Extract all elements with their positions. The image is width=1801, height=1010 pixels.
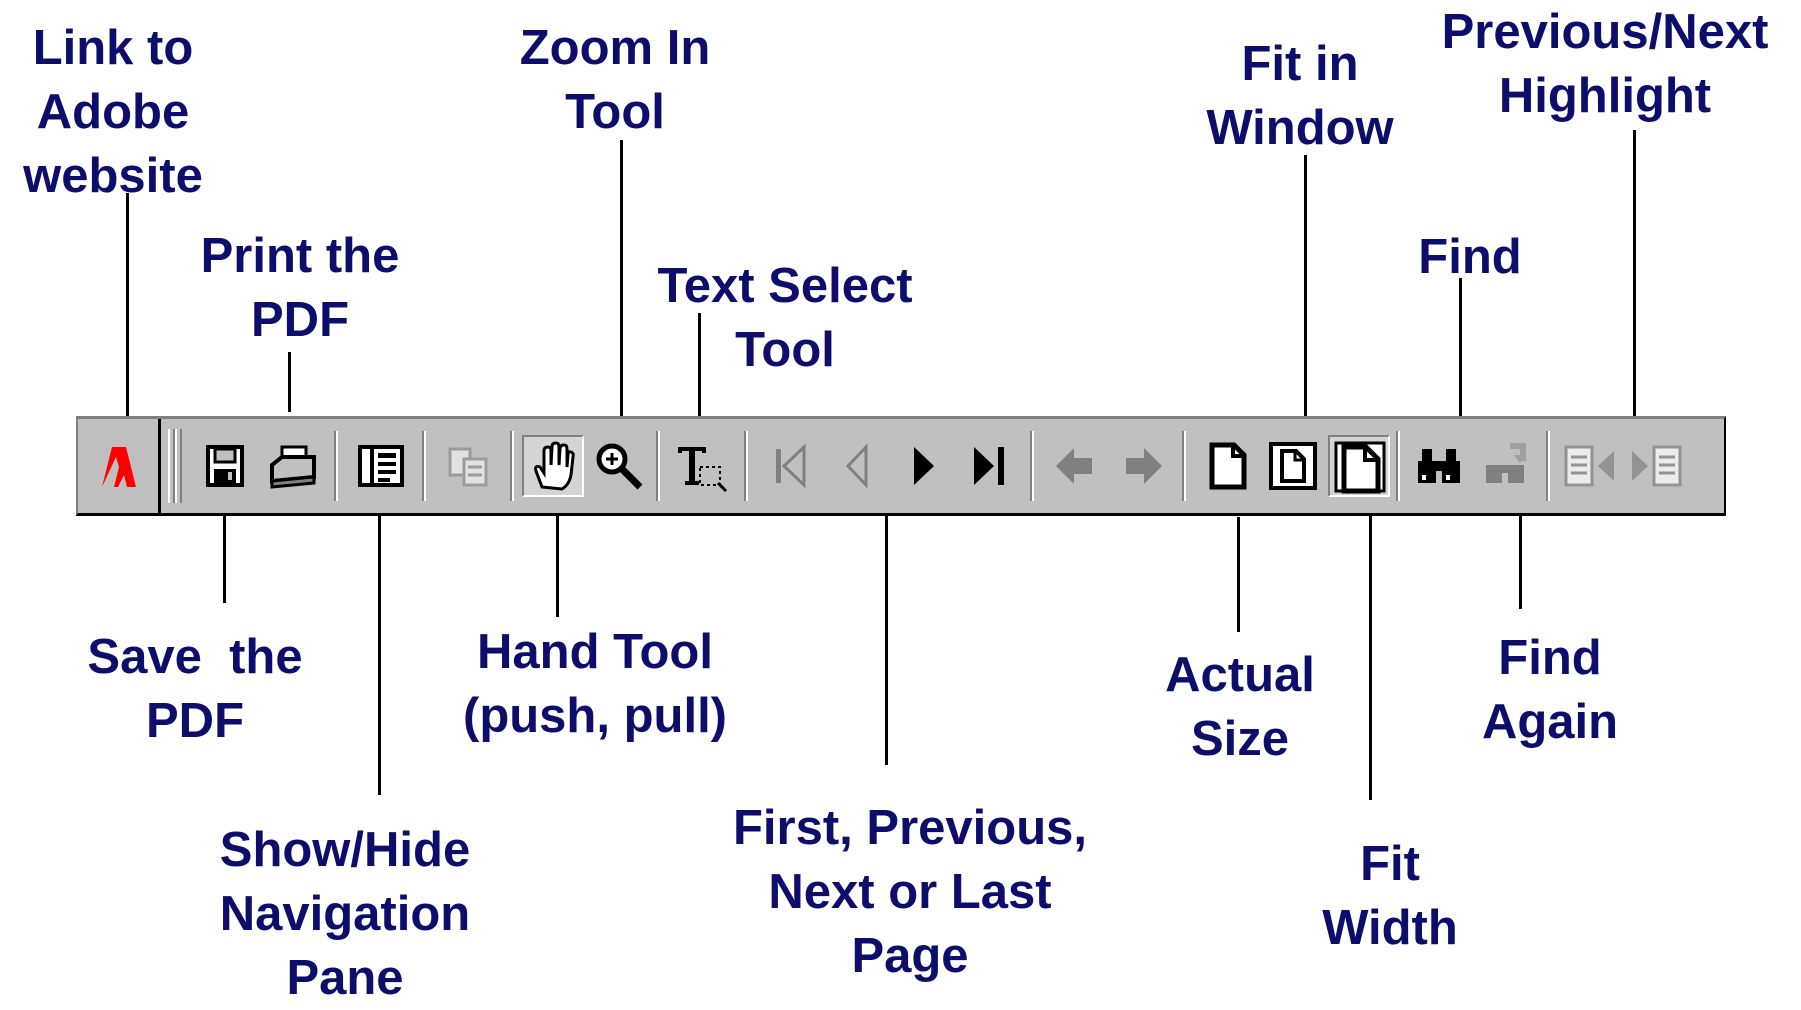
navigation-pane-icon[interactable] bbox=[350, 435, 412, 497]
toolbar-separator bbox=[656, 431, 660, 501]
go-back-icon[interactable] bbox=[1044, 435, 1106, 497]
label-actual-size: Actual Size bbox=[1165, 648, 1315, 766]
leader-fit-width bbox=[1369, 505, 1372, 800]
toolbar-separator bbox=[422, 431, 426, 501]
leader-print bbox=[288, 352, 291, 412]
go-forward-icon[interactable] bbox=[1112, 435, 1174, 497]
save-icon[interactable] bbox=[194, 435, 256, 497]
leader-zoom-in bbox=[620, 140, 623, 422]
label-hand-tool: Hand Tool (push, pull) bbox=[463, 625, 727, 743]
print-icon[interactable] bbox=[262, 435, 324, 497]
leader-text-select bbox=[698, 313, 701, 423]
fit-width-icon[interactable] bbox=[1328, 435, 1390, 497]
toolbar-separator bbox=[744, 431, 748, 501]
toolbar-separator bbox=[1030, 431, 1034, 501]
last-page-icon[interactable] bbox=[960, 435, 1022, 497]
previous-highlight-icon[interactable] bbox=[1558, 435, 1620, 497]
hand-icon[interactable] bbox=[522, 435, 584, 497]
leader-hand bbox=[556, 505, 559, 617]
leader-fit-window bbox=[1304, 155, 1307, 425]
zoom-in-icon[interactable] bbox=[588, 435, 650, 497]
text-select-icon[interactable] bbox=[672, 435, 734, 497]
label-zoom-in-tool: Zoom In Tool bbox=[519, 21, 711, 139]
toolbar-separator bbox=[1396, 431, 1400, 501]
toolbar-separator bbox=[334, 431, 338, 501]
previous-page-icon[interactable] bbox=[828, 435, 890, 497]
leader-find bbox=[1459, 278, 1462, 418]
toolbar-separator bbox=[1546, 431, 1550, 501]
next-highlight-icon[interactable] bbox=[1626, 435, 1688, 497]
adobe-logo-icon[interactable] bbox=[88, 435, 150, 497]
acrobat-toolbar bbox=[76, 416, 1726, 516]
label-previous-next-highlight: Previous/Next Highlight bbox=[1441, 5, 1769, 123]
label-fit-in-window: Fit in Window bbox=[1206, 37, 1394, 155]
actual-size-icon[interactable] bbox=[1196, 435, 1258, 497]
leader-save bbox=[223, 505, 226, 603]
leader-adobe bbox=[126, 193, 129, 423]
next-page-icon[interactable] bbox=[892, 435, 954, 497]
find-again-icon[interactable] bbox=[1476, 435, 1538, 497]
label-link-to-adobe: Link to Adobe website bbox=[23, 21, 203, 203]
leader-highlight bbox=[1633, 130, 1636, 420]
label-page-navigation: First, Previous, Next or Last Page bbox=[732, 801, 1087, 983]
toolbar-grip[interactable] bbox=[168, 429, 182, 503]
label-fit-width: Fit Width bbox=[1322, 837, 1458, 955]
toolbar-separator bbox=[1182, 431, 1186, 501]
first-page-icon[interactable] bbox=[760, 435, 822, 497]
copy-icon[interactable] bbox=[438, 435, 500, 497]
leader-nav-pane bbox=[378, 505, 381, 795]
fit-in-window-icon[interactable] bbox=[1262, 435, 1324, 497]
find-icon[interactable] bbox=[1408, 435, 1470, 497]
leader-page-nav bbox=[885, 485, 888, 765]
label-save-pdf: Save the PDF bbox=[87, 630, 303, 748]
label-text-select-tool: Text Select Tool bbox=[657, 259, 913, 377]
label-find-again: Find Again bbox=[1481, 631, 1619, 749]
label-print-pdf: Print the PDF bbox=[200, 229, 400, 347]
toolbar-separator bbox=[510, 431, 514, 501]
leader-actual-size bbox=[1237, 517, 1240, 632]
leader-find-again bbox=[1519, 505, 1522, 609]
label-show-hide-navigation-pane: Show/Hide Navigation Pane bbox=[219, 823, 471, 1005]
label-find: Find bbox=[1418, 230, 1522, 284]
